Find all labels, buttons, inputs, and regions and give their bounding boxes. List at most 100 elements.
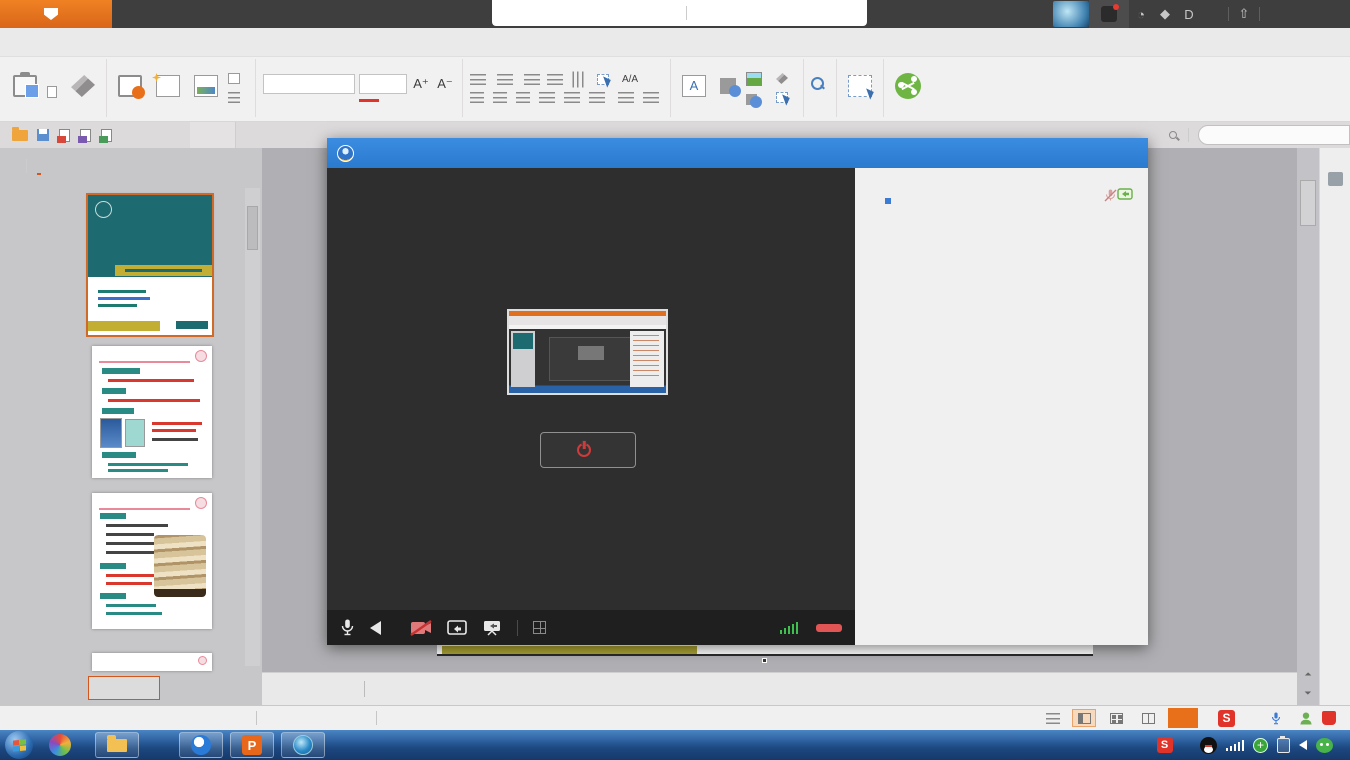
justify-icon[interactable] xyxy=(539,92,555,103)
camera-off-icon[interactable] xyxy=(410,620,432,636)
taskbar-explorer-button[interactable] xyxy=(95,732,139,758)
taskbar-sogou-browser-icon[interactable] xyxy=(49,734,71,756)
font-size-select[interactable] xyxy=(359,74,407,94)
tray-antivirus-icon[interactable]: + xyxy=(1253,738,1268,753)
upload-icon[interactable]: ⇧ xyxy=(1232,6,1256,22)
tray-sogou-icon[interactable]: S xyxy=(1157,737,1173,753)
ime-skin-icon[interactable] xyxy=(1322,711,1336,725)
grid-view-icon[interactable] xyxy=(533,621,546,634)
decrease-indent-icon[interactable] xyxy=(524,74,540,85)
increase-indent-icon[interactable] xyxy=(547,74,563,85)
font-family-select[interactable] xyxy=(263,74,355,94)
slide-panel-scrollbar[interactable] xyxy=(245,188,260,666)
tray-qq-icon[interactable] xyxy=(1200,737,1217,754)
member-row[interactable] xyxy=(855,181,1148,209)
taskbar-internet-button[interactable] xyxy=(281,732,325,758)
notes-toggle-button[interactable] xyxy=(1046,713,1064,724)
para-after-button[interactable] xyxy=(643,92,663,103)
taskbar-qq-browser-button[interactable] xyxy=(179,732,223,758)
format-painter-button[interactable] xyxy=(67,74,99,102)
char-spacing-button[interactable]: A/A xyxy=(620,74,644,85)
add-slide-button[interactable] xyxy=(88,676,160,700)
slide-sorter-button[interactable] xyxy=(1104,709,1128,727)
tray-clipboard-icon[interactable] xyxy=(1277,738,1290,753)
slide-thumbnail-3[interactable] xyxy=(92,493,212,629)
text-frame-button[interactable] xyxy=(597,74,613,85)
increase-font-button[interactable]: A⁺ xyxy=(411,76,431,92)
share-doc-button[interactable] xyxy=(891,72,925,104)
slide-thumbnail-1[interactable] xyxy=(88,195,212,335)
resize-handle[interactable] xyxy=(762,658,767,663)
next-slide-icon[interactable]: ⏷ xyxy=(1304,688,1311,699)
align-right-icon[interactable] xyxy=(516,92,530,103)
textbox-button[interactable]: A xyxy=(678,74,710,102)
document-tab[interactable] xyxy=(190,122,236,148)
slide-thumbnail-4[interactable] xyxy=(92,653,212,671)
shapes-button[interactable] xyxy=(716,77,740,99)
print-preview-icon[interactable] xyxy=(101,129,112,142)
network-signal-icon[interactable] xyxy=(1226,740,1245,751)
tray-wechat-icon[interactable] xyxy=(1316,738,1333,753)
fill-button[interactable] xyxy=(776,73,796,84)
right-tool-item[interactable] xyxy=(1328,166,1343,219)
ribbon-tab[interactable] xyxy=(8,28,38,56)
tray-volume-icon[interactable] xyxy=(1299,740,1307,750)
para-before-button[interactable] xyxy=(618,92,634,103)
account-chip[interactable] xyxy=(1089,0,1129,28)
docer-icon[interactable]: D xyxy=(1177,7,1201,22)
bullets-button[interactable] xyxy=(470,74,490,85)
play-from-current-button[interactable] xyxy=(114,74,146,102)
notes-pane[interactable] xyxy=(262,672,1297,705)
text-direction-button[interactable] xyxy=(570,74,590,85)
ime-mic-icon[interactable] xyxy=(1271,712,1281,725)
share-screen-icon[interactable] xyxy=(447,620,467,636)
paste-button[interactable] xyxy=(9,74,41,102)
sogou-ime-icon[interactable]: S xyxy=(1218,710,1235,727)
end-share-button[interactable] xyxy=(540,432,636,468)
slide-thumbnail-2[interactable] xyxy=(92,346,212,478)
arrange-button[interactable] xyxy=(746,94,770,105)
speaker-icon[interactable] xyxy=(370,621,381,635)
new-slide-button[interactable] xyxy=(152,74,184,102)
distribute-icon[interactable] xyxy=(564,92,580,103)
copy-button[interactable] xyxy=(47,86,61,98)
scrollbar-thumb[interactable] xyxy=(1300,180,1316,226)
taskbar-wps-button[interactable]: P xyxy=(230,732,274,758)
line-spacing-button[interactable] xyxy=(589,92,609,103)
selection-pane-button[interactable] xyxy=(844,74,876,102)
microphone-icon[interactable] xyxy=(340,619,355,636)
command-search-input[interactable] xyxy=(1198,125,1350,145)
find-button[interactable] xyxy=(811,77,829,91)
print-icon[interactable] xyxy=(80,129,91,142)
section-button[interactable] xyxy=(228,92,248,103)
skin-icon[interactable]: ◆ xyxy=(1153,6,1177,22)
align-left-icon[interactable] xyxy=(470,92,484,103)
outline-button[interactable] xyxy=(776,92,796,103)
save-icon[interactable] xyxy=(37,129,49,141)
normal-view-button[interactable] xyxy=(1072,709,1096,727)
tab-slides[interactable] xyxy=(37,157,41,175)
decrease-font-button[interactable]: A⁻ xyxy=(435,76,455,92)
user-avatar[interactable] xyxy=(1053,1,1089,27)
open-file-icon[interactable] xyxy=(12,130,28,141)
scrollbar-thumb[interactable] xyxy=(247,206,258,250)
wps-menu-button[interactable] xyxy=(0,0,112,28)
reading-view-button[interactable] xyxy=(1136,709,1160,727)
exit-call-button[interactable] xyxy=(816,624,842,632)
numbering-button[interactable] xyxy=(497,74,517,85)
edit-area-scrollbar[interactable]: ⏶ ⏷ xyxy=(1297,148,1319,705)
export-pdf-icon[interactable] xyxy=(59,129,70,142)
reset-button[interactable] xyxy=(228,73,248,84)
tab-outline[interactable] xyxy=(12,158,16,174)
qq-window-titlebar[interactable] xyxy=(327,138,1148,168)
previous-slide-icon[interactable]: ⏶ xyxy=(1304,669,1311,680)
picture-button[interactable] xyxy=(746,72,770,86)
presentation-icon[interactable] xyxy=(482,620,502,636)
slideshow-button[interactable] xyxy=(1168,708,1198,728)
start-button[interactable] xyxy=(5,731,33,759)
ime-account-icon[interactable] xyxy=(1300,712,1311,724)
font-color-button[interactable] xyxy=(359,99,379,102)
align-center-icon[interactable] xyxy=(493,92,507,103)
layout-button[interactable] xyxy=(190,74,222,102)
feedback-icon[interactable]: ◔ xyxy=(1129,7,1153,22)
